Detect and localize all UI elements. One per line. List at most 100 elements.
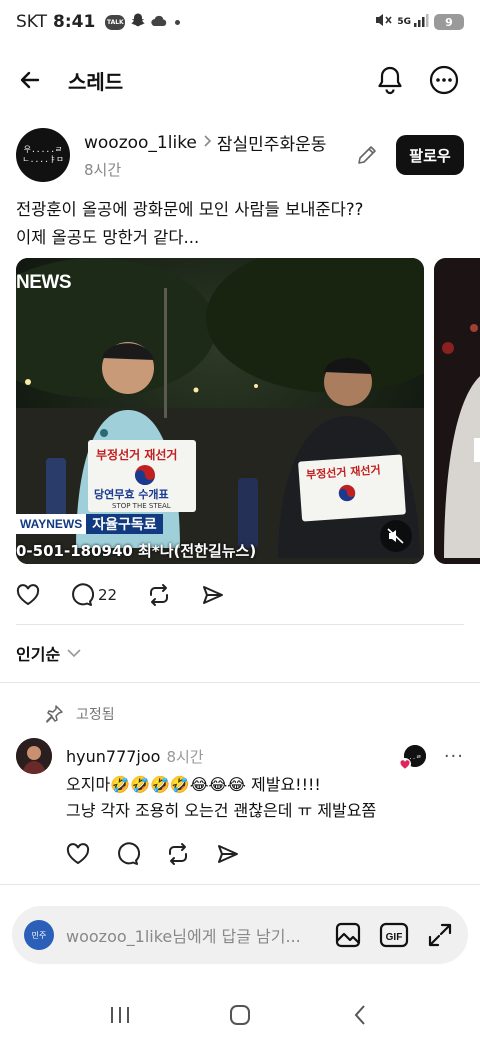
- comment-actions: [66, 840, 266, 868]
- section-divider: [0, 884, 480, 885]
- pinned-indicator: 고정됨: [44, 702, 115, 726]
- talk-notification-icon: TALK: [105, 14, 126, 30]
- app-header: 스레드: [0, 52, 480, 108]
- post-text: 전광훈이 올공에 광화문에 모인 사람들 보내준다?? 이제 올공도 망한거 같…: [16, 196, 464, 252]
- battery-level: 9: [445, 15, 453, 29]
- send-icon: [218, 845, 238, 863]
- comment-bubble-icon: [72, 583, 94, 606]
- sign-left-top-text: 부정선거 재선거: [96, 448, 178, 462]
- sort-dropdown[interactable]: 인기순: [16, 640, 82, 666]
- status-bar: SKT 8:41 TALK 5G 9: [0, 0, 480, 44]
- gif-button[interactable]: GIF: [378, 919, 410, 951]
- home-button[interactable]: [220, 995, 260, 1035]
- attach-image-button[interactable]: [332, 919, 364, 951]
- comment-bubble-icon: [118, 842, 140, 865]
- sort-label: 인기순: [16, 645, 61, 664]
- svg-text:GIF: GIF: [386, 932, 403, 943]
- send-icon: [203, 586, 224, 604]
- carrier-label: SKT: [16, 12, 48, 32]
- heart-icon: [16, 584, 40, 606]
- sign-left-small-text: STOP THE STEAL: [112, 502, 171, 510]
- mute-status-icon: [374, 12, 392, 33]
- repost-icon: [150, 584, 169, 606]
- author-username[interactable]: woozoo_1like: [84, 133, 197, 153]
- comment-text: 오지마🤣🤣🤣🤣😂😂😂 제발요!!!! 그냥 각자 조용히 오는건 괜찮은데 ㅠ …: [66, 772, 464, 824]
- commenter-avatar-image: [16, 738, 52, 774]
- heart-icon: [66, 843, 90, 865]
- pinned-label: 고정됨: [76, 707, 115, 723]
- reply-button[interactable]: 22: [70, 583, 117, 607]
- comment-like-button[interactable]: [66, 843, 90, 865]
- comment-timestamp: 8시간: [166, 747, 204, 766]
- chevron-right-icon: [203, 134, 212, 151]
- video-caption-bar: WAYNEWS 자율구독료: [16, 514, 163, 534]
- next-media-preview[interactable]: [434, 258, 480, 564]
- my-avatar-text: 민주: [31, 930, 47, 940]
- post-header: 우.....ㄹ ㄴ....ㅑㅁ woozoo_1like 잠실민주화운동 8시간…: [16, 126, 464, 184]
- network-label: 5G: [397, 17, 411, 27]
- post-text-line2: 이제 올공도 망한거 같다...: [16, 228, 200, 247]
- like-button[interactable]: [16, 584, 40, 606]
- edit-button[interactable]: [352, 140, 382, 170]
- caption-channel-tag: WAYNEWS: [16, 514, 87, 534]
- next-media-scene: [434, 258, 480, 564]
- snapchat-icon: [130, 12, 146, 33]
- notifications-button[interactable]: [370, 60, 410, 100]
- reply-composer[interactable]: 민주 woozoo_1like님에게 답글 남기... GIF: [12, 906, 468, 964]
- news-logo: NEWS: [16, 272, 72, 293]
- system-back-button[interactable]: [340, 995, 380, 1035]
- recents-icon: [111, 1007, 129, 1023]
- avatar-text-line2: ㄴ....ㅑㅁ: [22, 155, 64, 164]
- follow-button[interactable]: 팔로우: [396, 135, 464, 175]
- comment-text-line1: 오지마🤣🤣🤣🤣😂😂😂 제발요!!!!: [66, 775, 321, 794]
- repost-button[interactable]: [147, 583, 171, 607]
- share-button[interactable]: [201, 583, 225, 607]
- expand-button[interactable]: [424, 919, 456, 951]
- expand-icon: [428, 923, 452, 947]
- signal-icon: [413, 12, 429, 32]
- media-carousel[interactable]: 부정선거 재선거 당연무효 수개표 STOP THE STEAL 부정선거 재선…: [16, 258, 480, 564]
- recent-apps-button[interactable]: [100, 995, 140, 1035]
- commenter-avatar[interactable]: [16, 738, 52, 774]
- commenter-username[interactable]: hyun777joo: [66, 747, 160, 766]
- more-circle-icon: [429, 65, 459, 95]
- comment-share-button[interactable]: [216, 842, 240, 866]
- video-player[interactable]: 부정선거 재선거 당연무효 수개표 STOP THE STEAL 부정선거 재선…: [16, 258, 424, 564]
- gif-icon: GIF: [379, 922, 409, 948]
- reply-input[interactable]: woozoo_1like님에게 답글 남기...: [66, 923, 332, 947]
- comment-more-button[interactable]: ···: [444, 746, 464, 767]
- more-options-button[interactable]: [424, 60, 464, 100]
- comment-repost-button[interactable]: [166, 842, 190, 866]
- battery-icon: 9: [434, 14, 464, 30]
- comment-reply-button[interactable]: [116, 842, 140, 866]
- image-icon: [335, 922, 361, 948]
- my-avatar: 민주: [24, 920, 54, 950]
- back-chevron-icon: [354, 1005, 365, 1025]
- mute-button[interactable]: [380, 520, 412, 552]
- dot-icon: [175, 19, 181, 25]
- community-link[interactable]: 잠실민주화운동: [217, 130, 326, 155]
- sign-left-bottom-text: 당연무효 수개표: [94, 488, 169, 501]
- svg-text:..ㄹ: ..ㄹ: [408, 754, 421, 761]
- page-title: 스레드: [68, 69, 124, 94]
- caption-text: 자율구독료: [86, 514, 163, 534]
- reply-count: 22: [98, 586, 118, 604]
- post-actions: 22: [16, 580, 255, 610]
- pin-icon: [46, 705, 63, 723]
- chevron-down-icon: [67, 649, 81, 658]
- bell-icon: [378, 66, 402, 95]
- cloud-icon: [151, 12, 167, 32]
- section-divider: [0, 682, 480, 683]
- caption-account-line: 0-501-180940 최*나(전한길뉴스): [16, 542, 257, 560]
- speaker-muted-icon: [387, 528, 404, 544]
- home-icon: [230, 1005, 250, 1025]
- avatar-text-line1: 우.....ㄹ: [23, 145, 63, 154]
- back-button[interactable]: [8, 58, 52, 102]
- post-timestamp: 8시간: [84, 161, 122, 179]
- author-avatar[interactable]: 우.....ㄹ ㄴ....ㅑㅁ: [16, 128, 70, 182]
- clock-time: 8:41: [53, 12, 96, 32]
- comment-header: hyun777joo 8시간 ..ㄹ ···: [16, 738, 464, 774]
- comment-text-line2: 그냥 각자 조용히 오는건 괜찮은데 ㅠ 제발요쫌: [66, 801, 377, 820]
- pencil-icon: [358, 146, 376, 164]
- korean-flag-icon: [135, 465, 155, 485]
